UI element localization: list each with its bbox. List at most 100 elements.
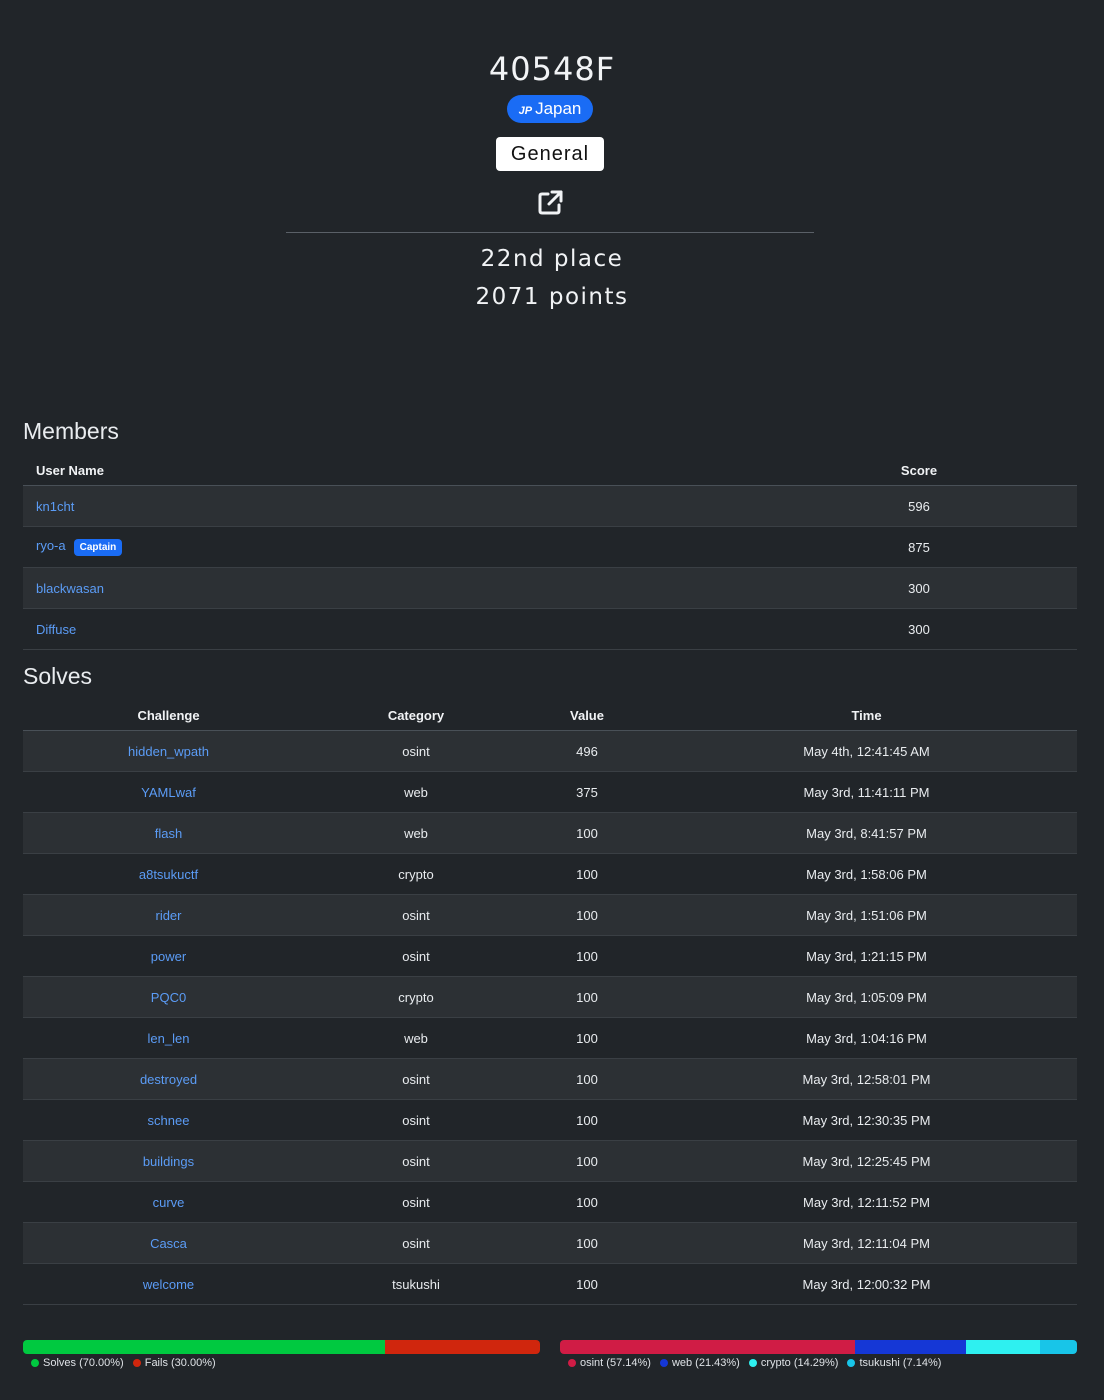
bracket-badge: General: [496, 137, 604, 171]
legend-item[interactable]: osint (57.14%): [568, 1357, 651, 1369]
legend-dot-icon: [847, 1359, 856, 1368]
challenge-link[interactable]: welcome: [143, 1277, 194, 1292]
challenge-link[interactable]: hidden_wpath: [128, 744, 209, 759]
solve-time: May 4th, 12:41:45 AM: [656, 730, 1077, 772]
bar-segment-solves: [23, 1340, 385, 1354]
solve-value: 100: [518, 853, 656, 895]
category-breakdown-bar: [560, 1340, 1077, 1354]
member-name-link[interactable]: Diffuse: [36, 622, 76, 637]
challenge-link[interactable]: YAMLwaf: [141, 785, 196, 800]
solves-fails-bar: [23, 1340, 540, 1354]
external-link-icon[interactable]: [535, 188, 565, 218]
member-name-link[interactable]: ryo-a: [36, 538, 66, 553]
challenge-link[interactable]: flash: [155, 826, 182, 841]
solve-value: 100: [518, 1263, 656, 1305]
country-code: JP: [518, 105, 533, 117]
solve-time: May 3rd, 1:21:15 PM: [656, 935, 1077, 977]
legend-label: osint (57.14%): [580, 1357, 651, 1369]
member-score: 875: [761, 526, 1077, 568]
solve-row: buildings osint 100 May 3rd, 12:25:45 PM: [23, 1140, 1077, 1182]
solve-category: crypto: [314, 976, 518, 1018]
solve-row: curve osint 100 May 3rd, 12:11:52 PM: [23, 1181, 1077, 1223]
legend-item[interactable]: Solves (70.00%): [31, 1357, 124, 1369]
team-points: 2071 points: [475, 284, 629, 310]
solve-category: web: [314, 1017, 518, 1059]
team-name: 40548F: [488, 50, 616, 88]
challenge-link[interactable]: curve: [153, 1195, 185, 1210]
solve-row: a8tsukuctf crypto 100 May 3rd, 1:58:06 PM: [23, 853, 1077, 895]
solve-time: May 3rd, 12:11:52 PM: [656, 1181, 1077, 1223]
legend-dot-icon: [568, 1359, 576, 1368]
header-time: Time: [656, 700, 1077, 731]
solve-row: destroyed osint 100 May 3rd, 12:58:01 PM: [23, 1058, 1077, 1100]
solve-category: osint: [314, 1140, 518, 1182]
country-name: Japan: [535, 99, 582, 118]
solve-challenge-cell: destroyed: [23, 1058, 314, 1100]
member-row: blackwasan 300: [23, 567, 1077, 609]
legend-item[interactable]: crypto (14.29%): [748, 1357, 839, 1369]
solve-value: 100: [518, 894, 656, 936]
challenge-link[interactable]: buildings: [143, 1154, 194, 1169]
legend-label: crypto (14.29%): [760, 1357, 839, 1369]
members-table: User Name Score kn1cht 596 ryo-a Captain 875…: [23, 455, 1077, 650]
country-badge: JP Japan: [507, 95, 593, 123]
bar-segment-fails: [384, 1340, 540, 1354]
solve-row: PQC0 crypto 100 May 3rd, 1:05:09 PM: [23, 976, 1077, 1018]
solve-row: rider osint 100 May 3rd, 1:51:06 PM: [23, 894, 1077, 936]
solve-value: 100: [518, 1140, 656, 1182]
solve-row: schnee osint 100 May 3rd, 12:30:35 PM: [23, 1099, 1077, 1141]
bar-segment-tsukushi: [1040, 1340, 1077, 1354]
legend-dot-icon: [132, 1359, 141, 1368]
member-name-cell: kn1cht: [23, 485, 761, 527]
solve-category: osint: [314, 1222, 518, 1264]
solve-category: web: [314, 771, 518, 813]
solve-challenge-cell: welcome: [23, 1263, 314, 1305]
challenge-link[interactable]: len_len: [148, 1031, 190, 1046]
legend-item[interactable]: web (21.43%): [659, 1357, 740, 1369]
challenge-link[interactable]: a8tsukuctf: [139, 867, 198, 882]
solve-time: May 3rd, 11:41:11 PM: [656, 771, 1077, 813]
header-value: Value: [518, 700, 656, 731]
bar-segment-crypto: [966, 1340, 1041, 1354]
legend-label: tsukushi (7.14%): [859, 1357, 942, 1369]
challenge-link[interactable]: Casca: [150, 1236, 187, 1251]
solve-row: len_len web 100 May 3rd, 1:04:16 PM: [23, 1017, 1077, 1059]
member-name-link[interactable]: blackwasan: [36, 581, 104, 596]
legend-item[interactable]: Fails (30.00%): [132, 1357, 216, 1369]
solve-challenge-cell: hidden_wpath: [23, 730, 314, 772]
header-challenge: Challenge: [23, 700, 314, 731]
solve-challenge-cell: Casca: [23, 1222, 314, 1264]
solve-value: 100: [518, 935, 656, 977]
legend-item[interactable]: tsukushi (7.14%): [847, 1357, 941, 1369]
solve-time: May 3rd, 12:58:01 PM: [656, 1058, 1077, 1100]
solve-row: welcome tsukushi 100 May 3rd, 12:00:32 PM: [23, 1263, 1077, 1305]
solve-value: 375: [518, 771, 656, 813]
member-score: 596: [761, 485, 1077, 527]
solve-value: 100: [518, 812, 656, 854]
solve-time: May 3rd, 1:51:06 PM: [656, 894, 1077, 936]
solve-challenge-cell: schnee: [23, 1099, 314, 1141]
challenge-link[interactable]: schnee: [148, 1113, 190, 1128]
solve-time: May 3rd, 1:05:09 PM: [656, 976, 1077, 1018]
challenge-link[interactable]: destroyed: [140, 1072, 197, 1087]
solve-challenge-cell: a8tsukuctf: [23, 853, 314, 895]
solve-time: May 3rd, 12:30:35 PM: [656, 1099, 1077, 1141]
solve-challenge-cell: flash: [23, 812, 314, 854]
solve-row: YAMLwaf web 375 May 3rd, 11:41:11 PM: [23, 771, 1077, 813]
challenge-link[interactable]: PQC0: [151, 990, 186, 1005]
solve-time: May 3rd, 1:04:16 PM: [656, 1017, 1077, 1059]
challenge-link[interactable]: power: [151, 949, 186, 964]
member-name-link[interactable]: kn1cht: [36, 499, 74, 514]
team-place: 22nd place: [480, 246, 624, 272]
legend-label: web (21.43%): [671, 1357, 740, 1369]
bar-segment-web: [855, 1340, 967, 1354]
solve-challenge-cell: PQC0: [23, 976, 314, 1018]
legend-label: Solves (70.00%): [43, 1357, 124, 1369]
solve-challenge-cell: YAMLwaf: [23, 771, 314, 813]
challenge-link[interactable]: rider: [155, 908, 181, 923]
solve-row: hidden_wpath osint 496 May 4th, 12:41:45 AM: [23, 730, 1077, 772]
solve-category: osint: [314, 1058, 518, 1100]
bar-segment-osint: [560, 1340, 856, 1354]
solve-time: May 3rd, 12:00:32 PM: [656, 1263, 1077, 1305]
member-row: ryo-a Captain 875: [23, 526, 1077, 568]
